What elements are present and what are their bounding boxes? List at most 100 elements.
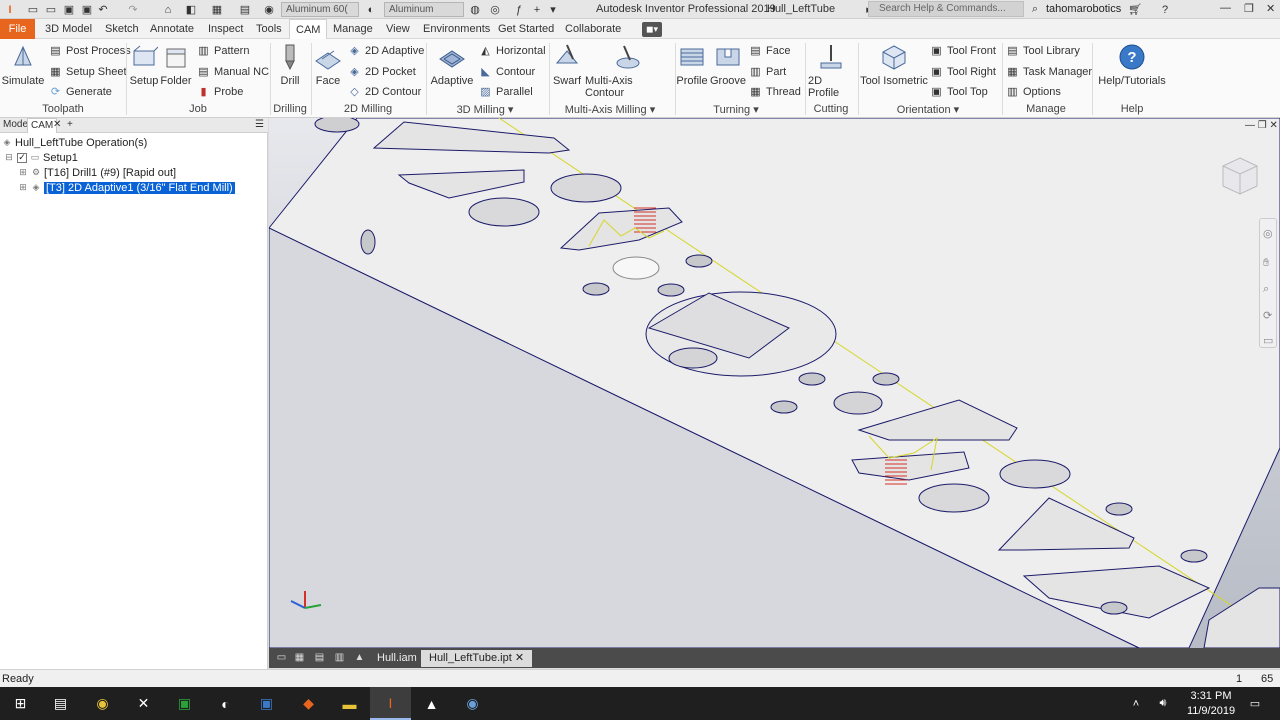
- task-manager-button[interactable]: ▦ Task Manager: [1006, 63, 1092, 80]
- file-explorer-icon[interactable]: ▬: [329, 687, 370, 720]
- multi-axis-contour-button[interactable]: Multi-Axis Contour: [585, 42, 671, 100]
- swarf-button[interactable]: Swarf: [553, 42, 581, 100]
- contour-2d-button[interactable]: ◇ 2D Contour: [348, 83, 421, 100]
- volume-icon[interactable]: 🔊︎: [1152, 687, 1174, 720]
- look-at-icon[interactable]: ▭: [1263, 334, 1273, 347]
- redo-icon[interactable]: ↷: [126, 2, 140, 17]
- clock-time[interactable]: 3:31 PM: [1188, 690, 1234, 702]
- tile-horizontal-icon[interactable]: ▭: [275, 652, 288, 663]
- groove-button[interactable]: Groove: [710, 42, 746, 100]
- part-button[interactable]: ▥ Part: [749, 63, 786, 80]
- open-icon[interactable]: ▭: [44, 2, 58, 17]
- inventor-taskbar-icon[interactable]: I: [370, 687, 411, 720]
- minimize-icon[interactable]: —: [1220, 2, 1231, 14]
- setup-button[interactable]: Setup: [129, 42, 159, 100]
- save-as-icon[interactable]: ▣: [80, 2, 94, 17]
- adaptive-2d-button[interactable]: ◈ 2D Adaptive: [348, 42, 424, 59]
- steam-icon[interactable]: ◉: [452, 687, 493, 720]
- graphics-viewport[interactable]: ◎ ✋︎ ⌕ ⟳ ▭ — ❐ ✕: [269, 118, 1280, 648]
- restore-icon[interactable]: ❐: [1244, 2, 1254, 15]
- options-button[interactable]: ▥ Options: [1006, 83, 1061, 100]
- profile-turning-button[interactable]: Profile: [676, 42, 708, 100]
- tool-front-button[interactable]: ▣ Tool Front: [930, 42, 996, 59]
- parameters-icon[interactable]: ◉: [262, 2, 276, 17]
- tray-expand-icon[interactable]: ˄: [1126, 687, 1146, 720]
- tab-annotate[interactable]: Annotate: [144, 19, 200, 39]
- cart-icon[interactable]: 🛒︎: [1128, 2, 1142, 17]
- clear-override-icon[interactable]: ◎: [488, 2, 502, 17]
- clock-date[interactable]: 11/9/2019: [1182, 705, 1240, 717]
- steering-wheel-icon[interactable]: ◎: [1263, 227, 1273, 240]
- return-icon[interactable]: ◧: [184, 2, 198, 17]
- tab-manage[interactable]: Manage: [327, 19, 379, 39]
- xmind-icon[interactable]: ✕: [123, 687, 164, 720]
- ribbon-options-icon[interactable]: ◼▾: [642, 22, 662, 37]
- search-icon[interactable]: ⌕: [1028, 2, 1042, 17]
- new-icon[interactable]: ▭: [26, 2, 40, 17]
- update-icon[interactable]: ▤: [238, 2, 252, 17]
- tree-operation-adaptive[interactable]: ⊞ ◈ [T3] 2D Adaptive1 (3/16" Flat End Mi…: [18, 180, 235, 195]
- help-icon[interactable]: ?: [1158, 2, 1172, 17]
- tab-sketch[interactable]: Sketch: [99, 19, 145, 39]
- multi-axis-group-label[interactable]: Multi-Axis Milling ▾: [560, 103, 660, 116]
- pan-icon[interactable]: ✋︎: [1263, 257, 1269, 270]
- tree-root[interactable]: ◈ Hull_LeftTube Operation(s): [2, 135, 148, 150]
- user-name[interactable]: tahomarobotics: [1046, 3, 1121, 15]
- milling-3d-group-label[interactable]: 3D Milling ▾: [452, 103, 518, 116]
- select-icon[interactable]: ▦: [210, 2, 224, 17]
- tab-cam[interactable]: CAM: [289, 19, 328, 39]
- viewport-minimize-icon[interactable]: — ❐ ✕: [1245, 120, 1278, 131]
- collapse-icon[interactable]: ⊟: [4, 152, 14, 163]
- turning-group-label[interactable]: Turning ▾: [708, 103, 764, 116]
- pattern-button[interactable]: ▥ Pattern: [197, 42, 249, 59]
- tile-columns-icon[interactable]: ▥: [333, 652, 346, 663]
- tab-3d-model[interactable]: 3D Model: [39, 19, 98, 39]
- tab-file[interactable]: File: [0, 19, 35, 39]
- setup-sheet-button[interactable]: ▦ Setup Sheet: [49, 63, 126, 80]
- browser-menu-icon[interactable]: ☰: [252, 118, 267, 133]
- excel-icon[interactable]: ▣: [164, 687, 205, 720]
- simulate-button[interactable]: Simulate: [2, 42, 44, 100]
- tab-collaborate[interactable]: Collaborate: [559, 19, 627, 39]
- chrome-icon[interactable]: ◉: [82, 687, 123, 720]
- customize-icon[interactable]: ▾: [546, 2, 560, 17]
- folder-button[interactable]: Folder: [160, 42, 192, 100]
- horizontal-button[interactable]: ◭ Horizontal: [479, 42, 545, 59]
- viewcube[interactable]: [1219, 154, 1261, 196]
- document-list-icon[interactable]: ▲: [353, 652, 366, 663]
- color-override-icon[interactable]: ◐: [364, 2, 378, 17]
- manual-nc-button[interactable]: ▤ Manual NC: [197, 63, 269, 80]
- adjust-icon[interactable]: ◍: [468, 2, 482, 17]
- adaptive-3d-button[interactable]: Adaptive: [430, 42, 474, 100]
- pocket-2d-button[interactable]: ◈ 2D Pocket: [348, 63, 415, 80]
- drill-button[interactable]: Drill: [274, 42, 306, 100]
- help-tutorials-button[interactable]: ? Help/Tutorials: [1098, 42, 1166, 100]
- home-icon[interactable]: ⌂: [161, 2, 175, 17]
- expand-icon[interactable]: ⊞: [18, 182, 28, 193]
- undo-icon[interactable]: ↶: [96, 2, 110, 17]
- task-view-icon[interactable]: ▤: [40, 687, 81, 720]
- tab-inspect[interactable]: Inspect: [202, 19, 249, 39]
- tree-operation-drill[interactable]: ⊞ ⚙︎ [T16] Drill1 (#9) [Rapid out]: [18, 165, 176, 180]
- face-turning-button[interactable]: ▤ Face: [749, 42, 790, 59]
- tool-library-button[interactable]: ▤ Tool Library: [1006, 42, 1080, 59]
- profile-2d-button[interactable]: 2D Profile: [808, 42, 854, 100]
- tool-isometric-button[interactable]: Tool Isometric: [860, 42, 928, 100]
- face-2d-button[interactable]: Face: [313, 42, 343, 100]
- more-icon[interactable]: +: [530, 2, 544, 17]
- tool-top-button[interactable]: ▣ Tool Top: [930, 83, 987, 100]
- tree-setup[interactable]: ⊟ ✓ ▭ Setup1: [4, 150, 78, 165]
- browser-add-tab-button[interactable]: +: [64, 118, 76, 133]
- close-icon[interactable]: ✕: [1266, 2, 1275, 15]
- expand-icon[interactable]: ⊞: [18, 167, 28, 178]
- vivaldi-icon[interactable]: ◆: [288, 687, 329, 720]
- probe-button[interactable]: ▮ Probe: [197, 83, 243, 100]
- tile-rows-icon[interactable]: ▤: [313, 652, 326, 663]
- photos-icon[interactable]: ▲: [411, 687, 452, 720]
- tab-environments[interactable]: Environments: [417, 19, 496, 39]
- notifications-icon[interactable]: ▭: [1245, 687, 1265, 720]
- save-icon[interactable]: ▣: [62, 2, 76, 17]
- help-search-input[interactable]: Search Help & Commands...: [868, 1, 1024, 17]
- post-process-button[interactable]: ▤ Post Process: [49, 42, 131, 59]
- fx-icon[interactable]: ƒ: [512, 2, 526, 17]
